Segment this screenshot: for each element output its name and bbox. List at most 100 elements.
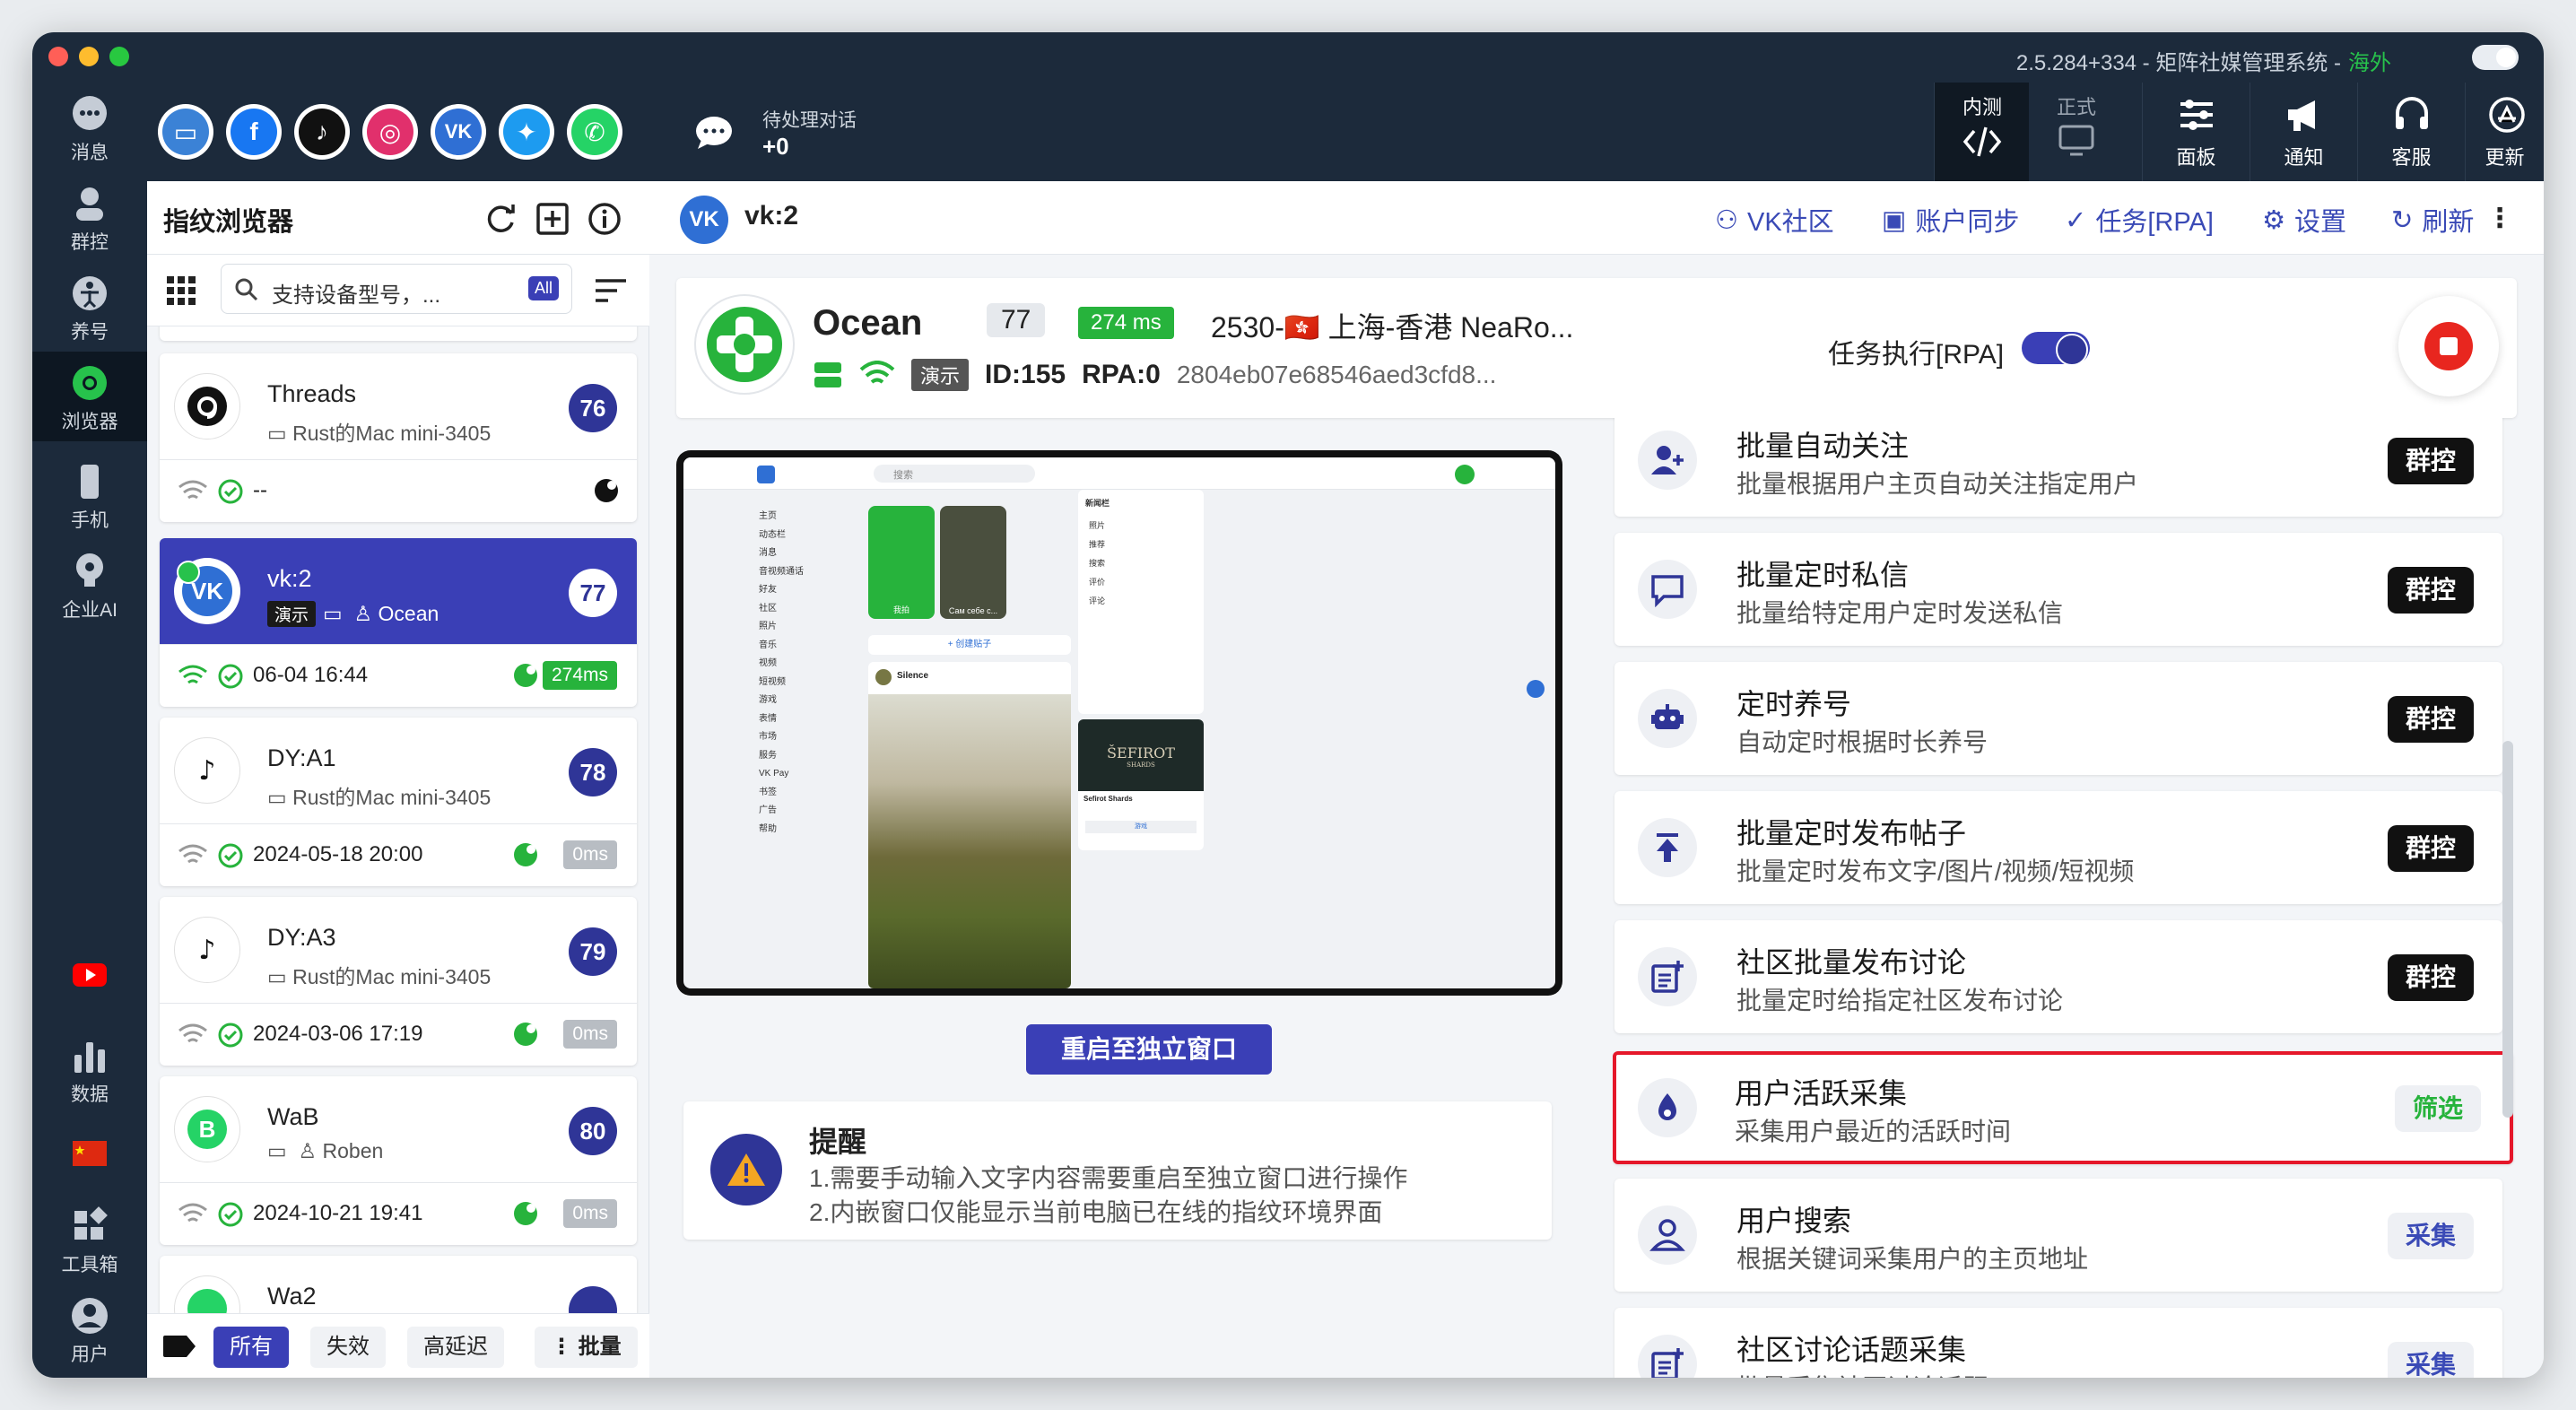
task-user-search[interactable]: 用户搜索 根据关键词采集用户的主页地址 采集 bbox=[1614, 1179, 2502, 1292]
social-instagram-button[interactable]: ◎ bbox=[362, 104, 418, 160]
nav-item-data[interactable]: 数据 bbox=[32, 1024, 147, 1114]
embedded-menu-item[interactable]: 消息 bbox=[759, 544, 845, 563]
news-item[interactable]: 搜索 bbox=[1078, 553, 1204, 572]
embedded-avatar[interactable] bbox=[1455, 465, 1475, 484]
collect-button[interactable]: 采集 bbox=[2387, 1213, 2474, 1259]
filter-high-latency-button[interactable]: 高延迟 bbox=[407, 1327, 504, 1368]
close-window-button[interactable] bbox=[48, 47, 68, 66]
embedded-story-2[interactable]: Сам себе с... bbox=[940, 506, 1006, 619]
task-user-activity-collect[interactable]: 用户活跃采集 采集用户最近的活跃时间 筛选 bbox=[1613, 1051, 2513, 1164]
news-item[interactable]: 照片 bbox=[1078, 516, 1204, 535]
device-card-vk2[interactable]: VK vk:2 演示 ▭ ♙ Ocean 77 06-04 16:44 274ms bbox=[160, 538, 637, 707]
filter-invalid-button[interactable]: 失效 bbox=[310, 1327, 386, 1368]
batch-button[interactable]: ⋮ 批量 bbox=[535, 1327, 638, 1368]
social-whatsapp-button[interactable]: ✆ bbox=[567, 104, 622, 160]
device-card-dy-a3[interactable]: ♪ DY:A3 ▭ Rust的Mac mini-3405 79 2024-03-… bbox=[160, 897, 637, 1066]
embedded-vk-page[interactable]: 搜索 主页 动态栏 消息 音视频通话 好友 社区 照片 音乐 视频 短视频 游戏… bbox=[683, 457, 1555, 988]
sort-icon[interactable] bbox=[594, 278, 628, 303]
task-batch-auto-follow[interactable]: 批量自动关注 批量根据用户主页自动关注指定用户 群控 bbox=[1614, 418, 2502, 517]
support-button[interactable]: 客服 bbox=[2357, 83, 2465, 181]
nav-item-youtube[interactable] bbox=[32, 944, 147, 1033]
embedded-menu-item[interactable]: 动态栏 bbox=[759, 527, 845, 545]
news-item[interactable]: 评价 bbox=[1078, 572, 1204, 591]
group-control-button[interactable]: 群控 bbox=[2387, 954, 2474, 1001]
grid-view-icon[interactable] bbox=[167, 276, 196, 305]
embedded-new-post-button[interactable]: + 创建贴子 bbox=[868, 635, 1071, 655]
nav-item-group-control[interactable]: 群控 bbox=[32, 172, 147, 262]
task-community-topic-collect[interactable]: 社区讨论话题采集 批量采集社区讨论话题 采集 bbox=[1614, 1308, 2502, 1378]
social-facebook-button[interactable]: f bbox=[226, 104, 282, 160]
device-search-input[interactable]: 支持设备型号，... All bbox=[221, 264, 572, 314]
social-twitter-button[interactable]: ✦ bbox=[499, 104, 554, 160]
task-rpa-link[interactable]: ✓ 任务[RPA] bbox=[2065, 201, 2214, 239]
task-batch-scheduled-dm[interactable]: 批量定时私信 批量给特定用户定时发送私信 群控 bbox=[1614, 533, 2502, 646]
group-control-button[interactable]: 群控 bbox=[2387, 696, 2474, 743]
group-control-button[interactable]: 群控 bbox=[2387, 567, 2474, 614]
embedded-menu-item[interactable]: 好友 bbox=[759, 581, 845, 600]
filter-all-button[interactable]: 所有 bbox=[213, 1327, 289, 1368]
group-control-button[interactable]: 群控 bbox=[2387, 825, 2474, 872]
embedded-menu-item[interactable]: 照片 bbox=[759, 618, 845, 637]
news-item[interactable]: 评论 bbox=[1078, 591, 1204, 610]
nav-item-nurture[interactable]: 养号 bbox=[32, 262, 147, 352]
more-options-icon[interactable]: ⋮ bbox=[2486, 203, 2513, 234]
embedded-menu-item[interactable]: 社区 bbox=[759, 600, 845, 619]
inner-test-button[interactable]: 内测 bbox=[1934, 83, 2029, 181]
embedded-menu-item[interactable]: 表情 bbox=[759, 710, 845, 729]
panel-button[interactable]: 面板 bbox=[2142, 83, 2250, 181]
tag-icon[interactable] bbox=[161, 1334, 197, 1359]
nav-item-phone[interactable]: 手机 bbox=[32, 450, 147, 540]
embedded-menu-item[interactable]: 帮助 bbox=[759, 821, 845, 840]
embedded-menu-item[interactable]: 短视频 bbox=[759, 674, 845, 692]
device-card-wab[interactable]: B WaB ▭ ♙ Roben 80 2024-10-21 19:41 0ms bbox=[160, 1076, 637, 1245]
embedded-browser-preview[interactable]: 搜索 主页 动态栏 消息 音视频通话 好友 社区 照片 音乐 视频 短视频 游戏… bbox=[676, 450, 1562, 996]
device-card-dy-a1[interactable]: ♪ DY:A1 ▭ Rust的Mac mini-3405 78 2024-05-… bbox=[160, 718, 637, 886]
collect-button[interactable]: 采集 bbox=[2387, 1342, 2474, 1378]
device-card-threads[interactable]: Threads ▭ Rust的Mac mini-3405 76 -- bbox=[160, 353, 637, 522]
embedded-menu-item[interactable]: 视频 bbox=[759, 655, 845, 674]
embedded-menu-item[interactable]: 游戏 bbox=[759, 692, 845, 710]
vk-community-link[interactable]: ⚇ VK社区 bbox=[1715, 201, 1834, 239]
task-community-batch-discussion[interactable]: 社区批量发布讨论 批量定时给指定社区发布讨论 群控 bbox=[1614, 920, 2502, 1033]
embedded-menu-item[interactable]: VK Pay bbox=[759, 765, 845, 784]
account-sync-link[interactable]: ▣ 账户同步 bbox=[1882, 201, 2019, 239]
restart-standalone-button[interactable]: 重启至独立窗口 bbox=[1026, 1024, 1272, 1075]
embedded-menu-item[interactable]: 服务 bbox=[759, 747, 845, 766]
ad-play-button[interactable]: 游戏 bbox=[1085, 821, 1197, 833]
notify-button[interactable]: 通知 bbox=[2250, 83, 2357, 181]
nav-item-message[interactable]: 消息 bbox=[32, 83, 147, 172]
nav-item-language[interactable] bbox=[32, 1123, 147, 1195]
zoom-window-button[interactable] bbox=[109, 47, 129, 66]
filter-button[interactable]: 筛选 bbox=[2394, 1085, 2481, 1132]
social-laptop-button[interactable]: ▭ bbox=[158, 104, 213, 160]
embedded-menu-item[interactable]: 市场 bbox=[759, 728, 845, 747]
device-card[interactable] bbox=[160, 326, 637, 341]
task-scheduled-nurture[interactable]: 定时养号 自动定时根据时长养号 群控 bbox=[1614, 662, 2502, 775]
refresh-icon[interactable] bbox=[483, 201, 518, 237]
social-tiktok-button[interactable]: ♪ bbox=[294, 104, 350, 160]
stop-button[interactable] bbox=[2398, 296, 2499, 396]
embedded-menu-item[interactable]: 书签 bbox=[759, 784, 845, 803]
nav-item-browser[interactable]: 浏览器 bbox=[32, 352, 147, 441]
task-execution-toggle[interactable] bbox=[2022, 332, 2090, 366]
refresh-link[interactable]: ↻ 刷新 bbox=[2391, 201, 2474, 239]
embedded-story-1[interactable]: 我拍 bbox=[868, 506, 935, 619]
task-list-scrollbar[interactable] bbox=[2502, 741, 2513, 1118]
theme-toggle[interactable] bbox=[2472, 45, 2519, 70]
update-button[interactable]: 更新 bbox=[2465, 83, 2544, 181]
settings-link[interactable]: ⚙ 设置 bbox=[2262, 201, 2346, 239]
group-control-button[interactable]: 群控 bbox=[2387, 438, 2474, 484]
task-batch-scheduled-post[interactable]: 批量定时发布帖子 批量定时发布文字/图片/视频/短视频 群控 bbox=[1614, 791, 2502, 904]
embedded-vk-chat-icon[interactable] bbox=[1527, 680, 1545, 698]
add-icon[interactable] bbox=[535, 201, 570, 237]
nav-item-toolbox[interactable]: 工具箱 bbox=[32, 1195, 147, 1284]
embedded-menu-item[interactable]: 广告 bbox=[759, 802, 845, 821]
official-button[interactable]: 正式 bbox=[2029, 83, 2124, 181]
embedded-search-field[interactable]: 搜索 bbox=[874, 465, 1035, 483]
social-vk-button[interactable]: VK bbox=[431, 104, 486, 160]
device-card-wa2[interactable]: Wa2 bbox=[160, 1256, 637, 1313]
embedded-menu-item[interactable]: 音视频通话 bbox=[759, 563, 845, 582]
embedded-menu-item[interactable]: 音乐 bbox=[759, 637, 845, 656]
embedded-ad[interactable]: ŠEFIROT SHARDS Sefirot Shards 游戏 bbox=[1078, 719, 1204, 850]
embedded-menu-item[interactable]: 主页 bbox=[759, 508, 845, 527]
